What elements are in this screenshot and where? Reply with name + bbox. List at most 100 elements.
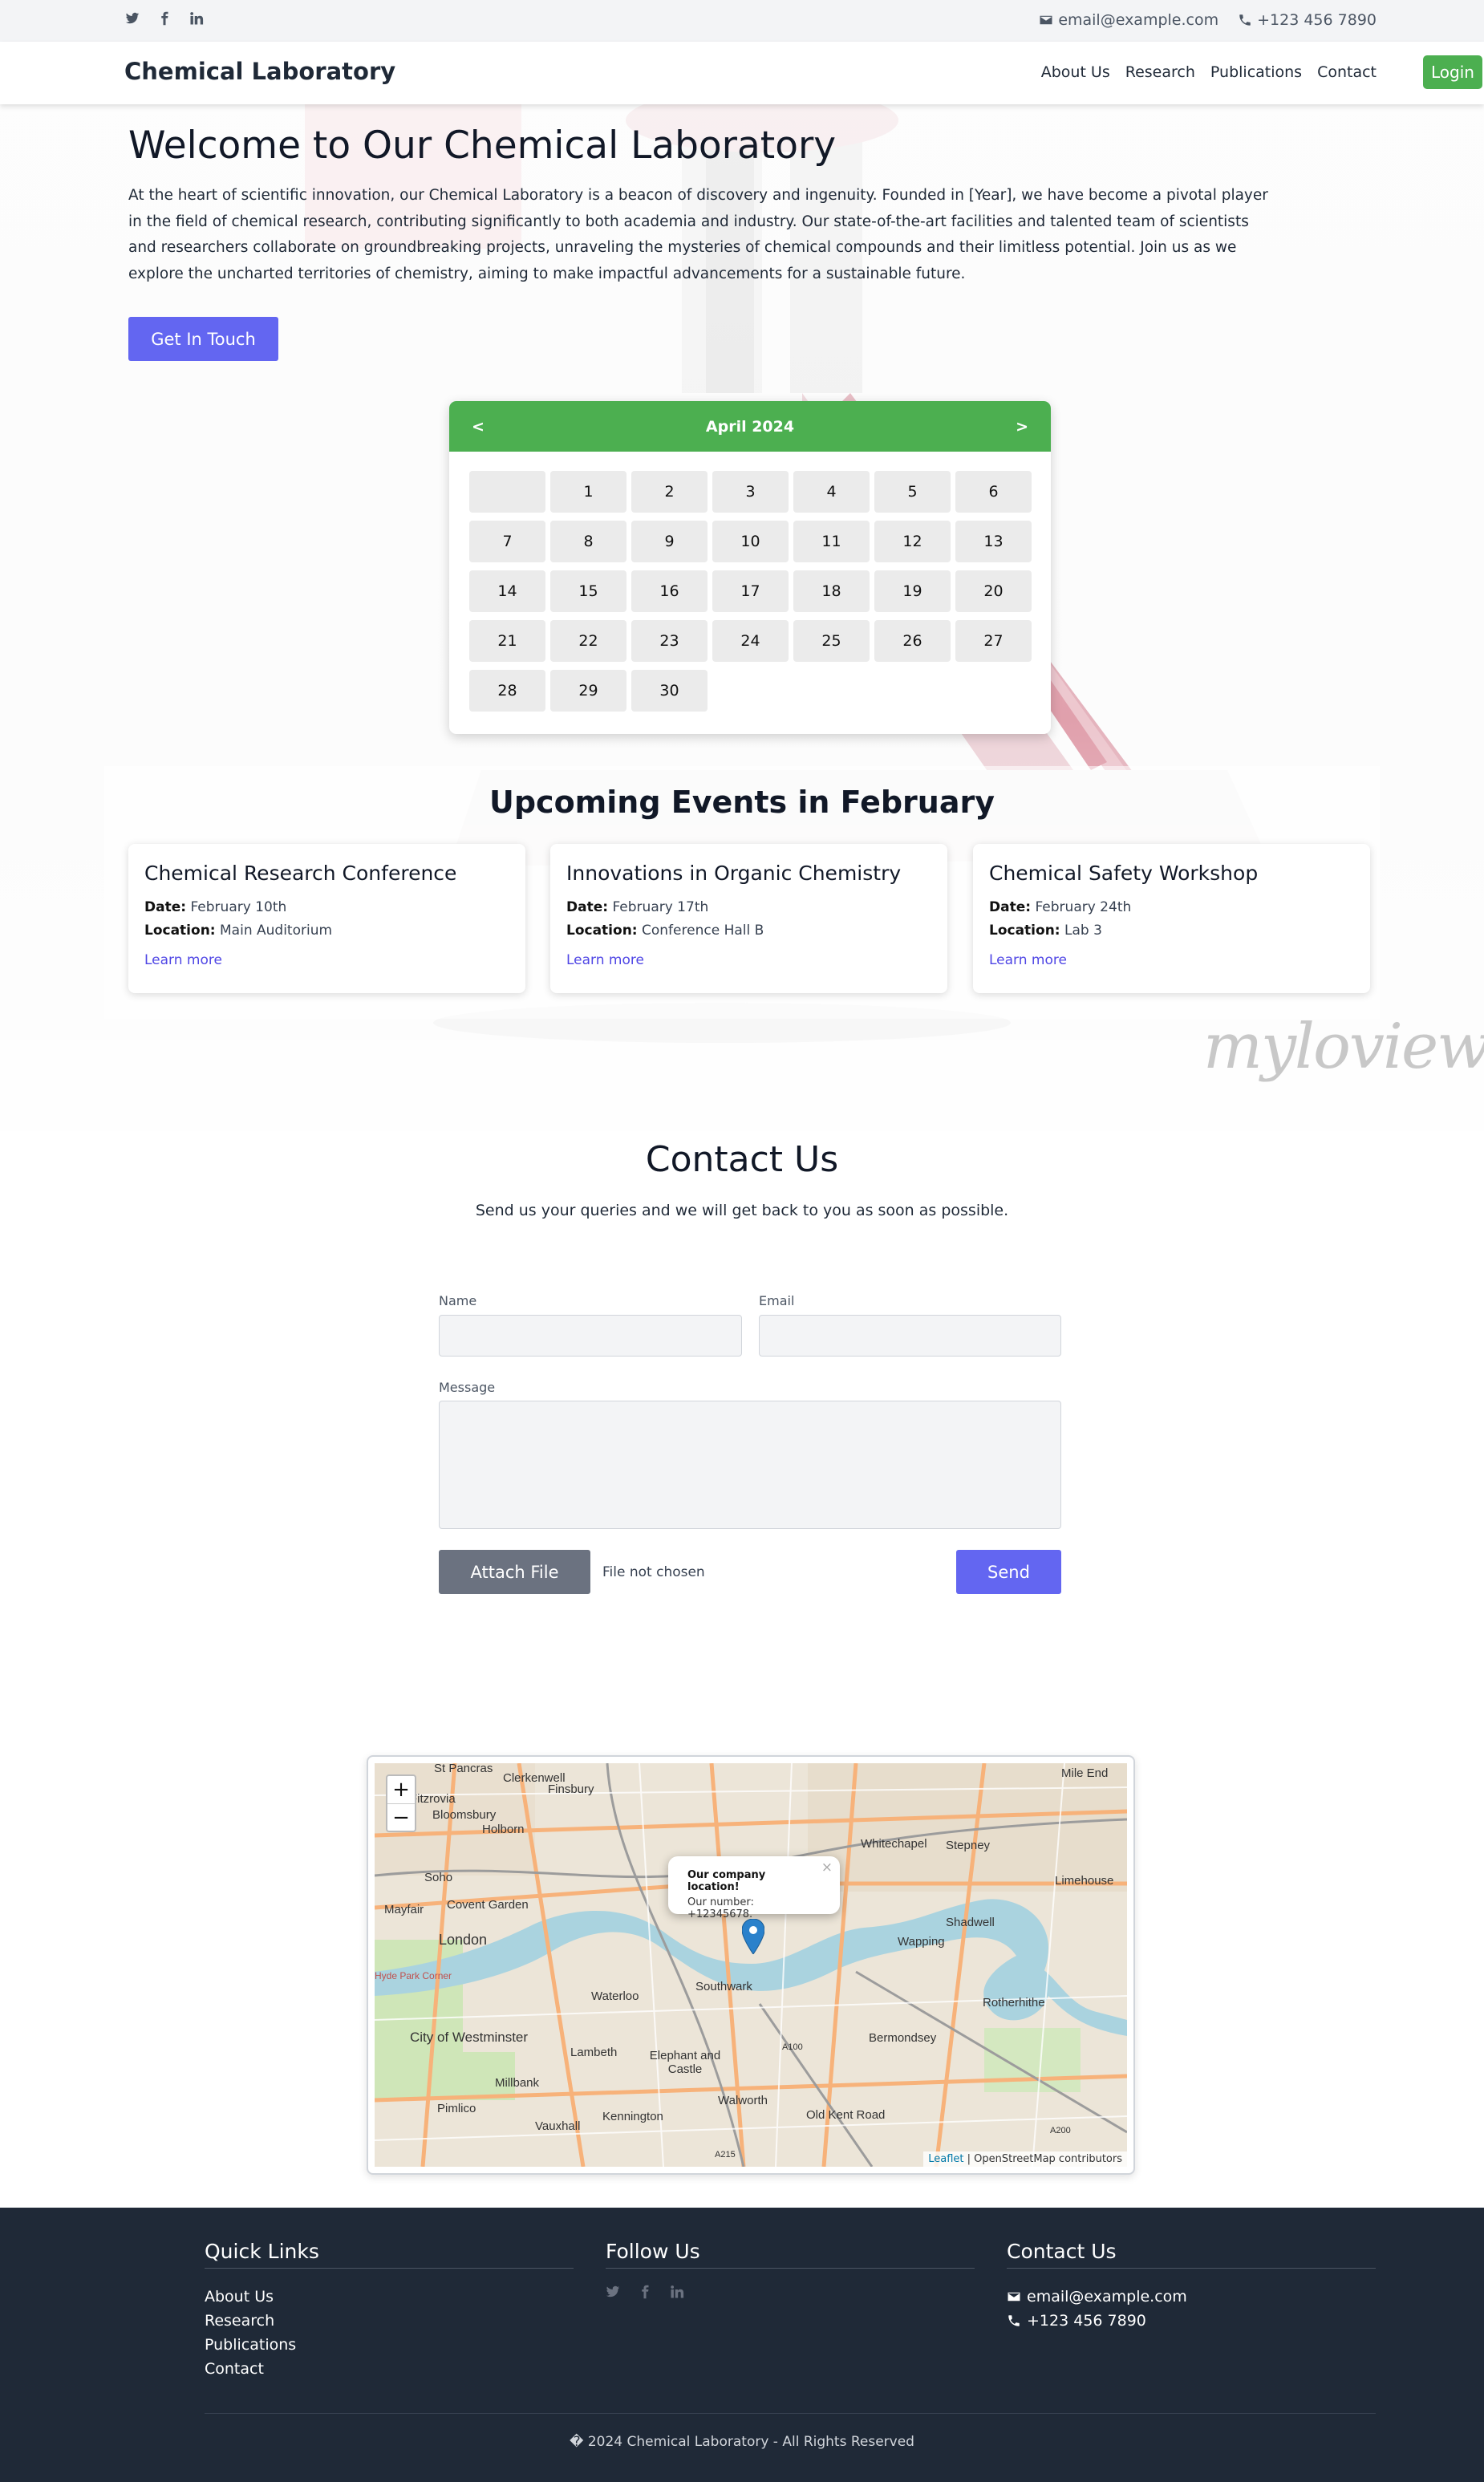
map-label: Hyde Park Corner bbox=[375, 1970, 452, 1981]
nav-item-research[interactable]: Research bbox=[1125, 63, 1195, 81]
hero-intro-text: At the heart of scientific innovation, o… bbox=[128, 187, 1268, 282]
footer-link-publications[interactable]: Publications bbox=[205, 2333, 574, 2357]
calendar-day[interactable]: 22 bbox=[550, 620, 626, 662]
file-status: File not chosen bbox=[602, 1564, 705, 1580]
calendar-day[interactable]: 13 bbox=[955, 521, 1032, 562]
map-label: Millbank bbox=[495, 2076, 540, 2090]
twitter-icon[interactable] bbox=[125, 11, 140, 26]
calendar-month: April 2024 bbox=[705, 417, 795, 436]
map-label: Wapping bbox=[898, 1935, 945, 1949]
calendar-day[interactable]: 24 bbox=[712, 620, 789, 662]
linkedin-icon[interactable] bbox=[189, 11, 204, 26]
calendar-day[interactable]: 2 bbox=[631, 471, 708, 513]
calendar-day[interactable]: 10 bbox=[712, 521, 789, 562]
message-label: Message bbox=[439, 1380, 496, 1395]
calendar-day[interactable]: 29 bbox=[550, 670, 626, 712]
footer-email[interactable]: email@example.com bbox=[1007, 2285, 1376, 2309]
envelope-icon bbox=[1040, 15, 1052, 25]
calendar-day[interactable]: 9 bbox=[631, 521, 708, 562]
calendar-day[interactable]: 7 bbox=[469, 521, 545, 562]
event-date: Date: February 24th bbox=[989, 899, 1132, 915]
map-marker-icon[interactable] bbox=[742, 1919, 764, 1954]
map-label: A100 bbox=[782, 2042, 803, 2052]
nav-item-contact[interactable]: Contact bbox=[1317, 63, 1377, 81]
email-label: Email bbox=[759, 1293, 795, 1308]
map-label: Mile End bbox=[1061, 1766, 1109, 1780]
footer-phone[interactable]: +123 456 7890 bbox=[1007, 2309, 1376, 2333]
map[interactable]: St Pancras Clerkenwell Finsbury Mile End… bbox=[375, 1763, 1127, 2167]
email-input[interactable] bbox=[759, 1315, 1061, 1357]
map-label: Shadwell bbox=[946, 1916, 995, 1929]
calendar-day[interactable]: 15 bbox=[550, 570, 626, 612]
map-label: Bermondsey bbox=[869, 2031, 937, 2045]
map-label: London bbox=[439, 1932, 488, 1948]
calendar-day[interactable]: 25 bbox=[793, 620, 870, 662]
message-textarea[interactable] bbox=[439, 1401, 1061, 1529]
topbar-email[interactable]: email@example.com bbox=[1039, 11, 1218, 29]
calendar-day[interactable]: 1 bbox=[550, 471, 626, 513]
footer-follow-title: Follow Us bbox=[606, 2240, 975, 2269]
calendar-day[interactable]: 6 bbox=[955, 471, 1032, 513]
map-label: Limehouse bbox=[1055, 1874, 1114, 1888]
name-input[interactable] bbox=[439, 1315, 742, 1357]
calendar-day[interactable]: 23 bbox=[631, 620, 708, 662]
popup-close-icon[interactable]: × bbox=[821, 1859, 833, 1876]
map-label: Pimlico bbox=[437, 2102, 476, 2115]
footer-link-research[interactable]: Research bbox=[205, 2309, 574, 2333]
calendar-day[interactable]: 17 bbox=[712, 570, 789, 612]
event-learn-more-link[interactable]: Learn more bbox=[566, 952, 931, 968]
map-zoom-control: + − bbox=[386, 1774, 416, 1832]
calendar-day[interactable]: 14 bbox=[469, 570, 545, 612]
calendar-day[interactable]: 11 bbox=[793, 521, 870, 562]
footer-link-contact[interactable]: Contact bbox=[205, 2357, 574, 2381]
footer-link-about[interactable]: About Us bbox=[205, 2285, 574, 2309]
events-title: Upcoming Events in February bbox=[489, 785, 995, 820]
calendar-day[interactable]: 30 bbox=[631, 670, 708, 712]
top-bar: email@example.com +123 456 7890 bbox=[0, 0, 1484, 42]
calendar-day[interactable]: 8 bbox=[550, 521, 626, 562]
twitter-icon[interactable] bbox=[606, 2285, 620, 2302]
event-learn-more-link[interactable]: Learn more bbox=[144, 952, 509, 968]
calendar-day[interactable]: 20 bbox=[955, 570, 1032, 612]
get-in-touch-button[interactable]: Get In Touch bbox=[128, 317, 278, 361]
calendar-day[interactable]: 27 bbox=[955, 620, 1032, 662]
event-learn-more-link[interactable]: Learn more bbox=[989, 952, 1354, 968]
calendar-empty-cell bbox=[469, 471, 545, 513]
phone-icon bbox=[1008, 2315, 1020, 2326]
topbar-phone[interactable]: +123 456 7890 bbox=[1238, 11, 1377, 29]
calendar-day[interactable]: 12 bbox=[874, 521, 951, 562]
facebook-icon[interactable] bbox=[638, 2285, 652, 2302]
calendar-day[interactable]: 5 bbox=[874, 471, 951, 513]
stock-watermark: myloview bbox=[1203, 1011, 1484, 1083]
calendar-day[interactable]: 28 bbox=[469, 670, 545, 712]
map-label: Vauxhall bbox=[535, 2119, 581, 2133]
hero-section: Welcome to Our Chemical Laboratory At th… bbox=[0, 104, 1484, 1131]
nav-item-about[interactable]: About Us bbox=[1041, 63, 1110, 81]
nav-item-publications[interactable]: Publications bbox=[1210, 63, 1302, 81]
map-label: Holborn bbox=[482, 1823, 525, 1836]
zoom-in-button[interactable]: + bbox=[387, 1776, 415, 1803]
map-label: Kennington bbox=[602, 2110, 663, 2123]
event-name: Chemical Safety Workshop bbox=[989, 862, 1259, 885]
linkedin-icon[interactable] bbox=[670, 2285, 684, 2302]
event-location: Location: Conference Hall B bbox=[566, 923, 764, 939]
calendar-day[interactable]: 4 bbox=[793, 471, 870, 513]
zoom-out-button[interactable]: − bbox=[387, 1803, 415, 1831]
attach-file-button[interactable]: Attach File bbox=[439, 1550, 590, 1594]
calendar-day[interactable]: 3 bbox=[712, 471, 789, 513]
calendar-day[interactable]: 16 bbox=[631, 570, 708, 612]
calendar-day[interactable]: 26 bbox=[874, 620, 951, 662]
calendar-next-button[interactable]: > bbox=[1016, 418, 1028, 436]
calendar-day[interactable]: 19 bbox=[874, 570, 951, 612]
navbar: Chemical Laboratory About Us Research Pu… bbox=[0, 42, 1484, 104]
calendar-prev-button[interactable]: < bbox=[472, 418, 485, 436]
login-button[interactable]: Login bbox=[1423, 55, 1482, 89]
brand-logo[interactable]: Chemical Laboratory bbox=[124, 58, 395, 85]
calendar-day[interactable]: 21 bbox=[469, 620, 545, 662]
calendar-day[interactable]: 18 bbox=[793, 570, 870, 612]
send-button[interactable]: Send bbox=[956, 1550, 1061, 1594]
footer-copyright: � 2024 Chemical Laboratory - All Rights … bbox=[570, 2434, 914, 2450]
facebook-icon[interactable] bbox=[157, 11, 172, 26]
footer-contact-title: Contact Us bbox=[1007, 2240, 1376, 2269]
leaflet-link[interactable]: Leaflet bbox=[928, 2153, 963, 2165]
